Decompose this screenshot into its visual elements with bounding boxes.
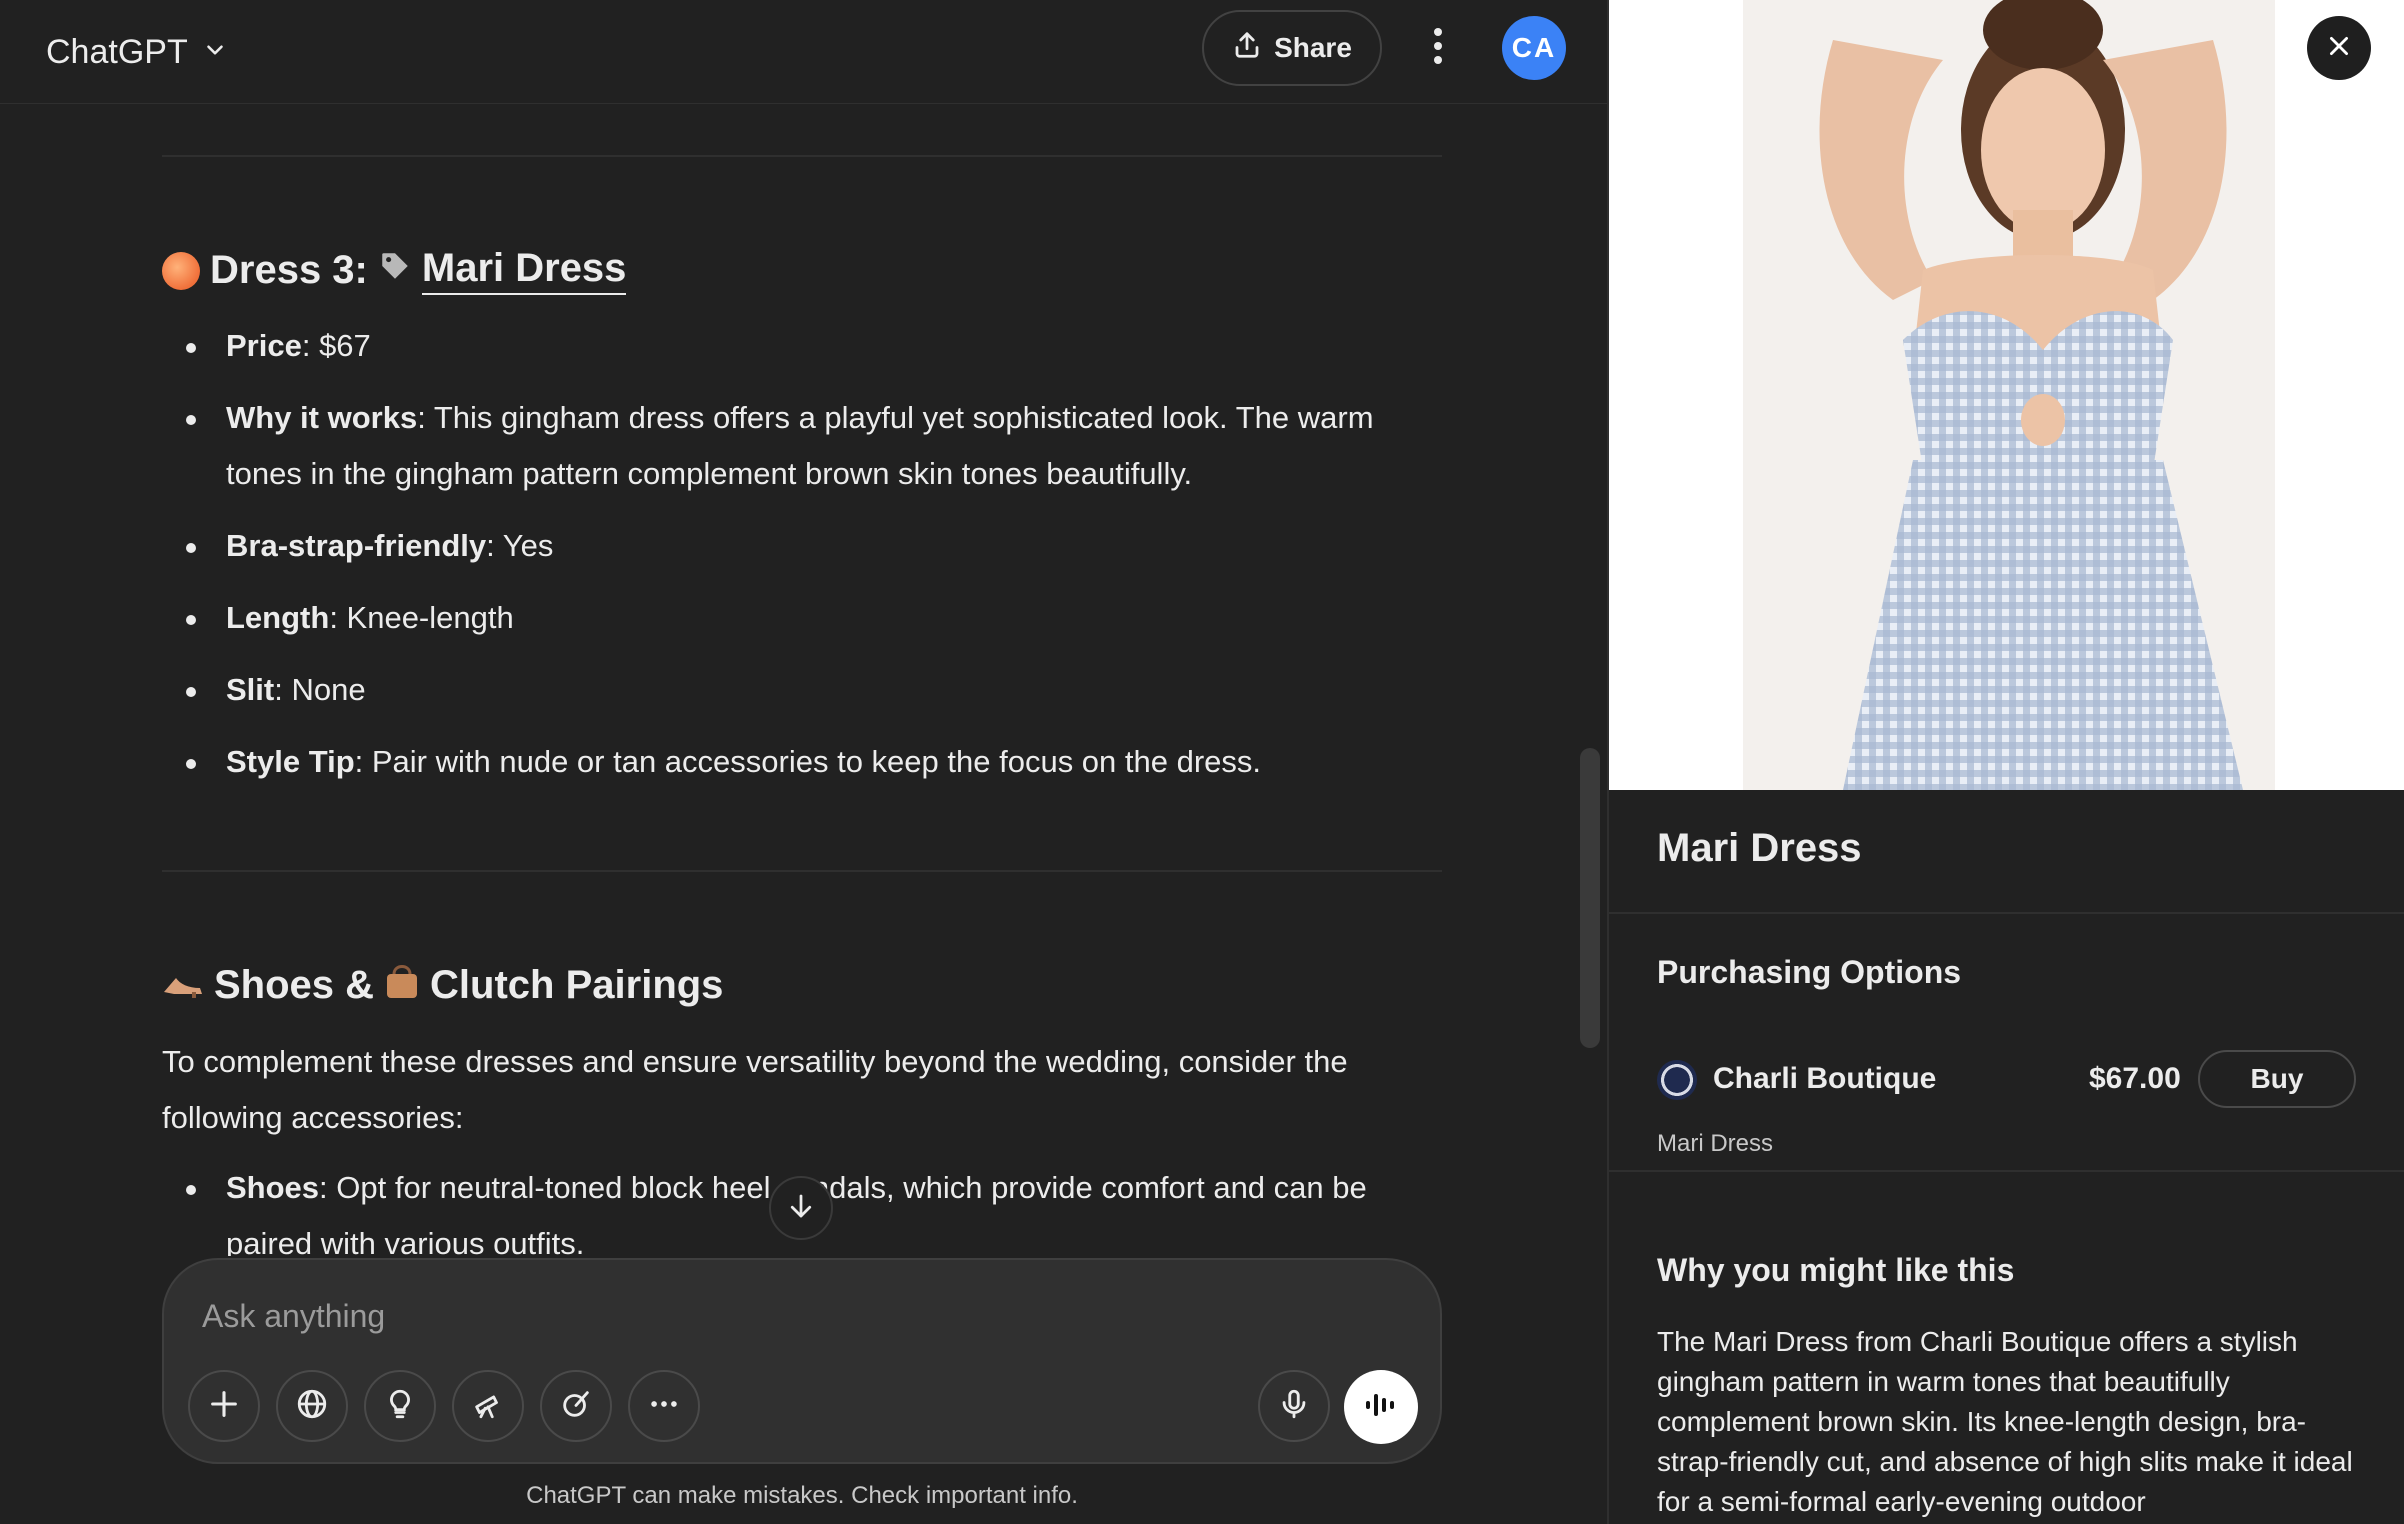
- detail-label: Slit: [226, 672, 275, 707]
- detail-label: Why it works: [226, 400, 418, 435]
- list-item: Style Tip: Pair with nude or tan accesso…: [162, 734, 1452, 790]
- dress-3-link[interactable]: Mari Dress: [421, 246, 627, 295]
- app-title: ChatGPT: [46, 32, 188, 71]
- why-heading: Why you might like this: [1657, 1252, 2015, 1288]
- section-divider: [162, 870, 1442, 872]
- dress-3-heading: Dress 3: Mari Dress: [162, 246, 627, 295]
- list-item: Bra-strap-friendly: Yes: [162, 518, 1452, 574]
- detail-label: Price: [226, 328, 302, 363]
- search-web-button[interactable]: [276, 1370, 348, 1442]
- panel-divider: [1609, 912, 2404, 914]
- buy-button[interactable]: Buy: [2198, 1050, 2356, 1108]
- detail-label: Length: [226, 600, 330, 635]
- create-image-button[interactable]: [540, 1370, 612, 1442]
- more-horizontal-icon: [647, 1387, 681, 1426]
- merchant-row: Charli Boutique $67.00 Buy: [1657, 1050, 2357, 1108]
- handbag-emoji-icon: [384, 960, 420, 1010]
- globe-icon: [295, 1387, 329, 1426]
- microphone-icon: [1277, 1387, 1311, 1426]
- detail-text: : Pair with nude or tan accessories to k…: [354, 744, 1262, 779]
- merchant-name[interactable]: Charli Boutique: [1713, 1062, 1936, 1096]
- attach-button[interactable]: [188, 1370, 260, 1442]
- prompt-input[interactable]: [202, 1288, 1382, 1344]
- list-item: Why it works: This gingham dress offers …: [162, 390, 1452, 502]
- deep-research-button[interactable]: [452, 1370, 524, 1442]
- purchasing-options-heading: Purchasing Options: [1657, 954, 1962, 990]
- product-title: Mari Dress: [1657, 826, 1862, 870]
- share-label: Share: [1274, 32, 1352, 63]
- chat-area: ChatGPT Share CA Dress 3: Mari Dress Pri…: [0, 0, 1607, 1524]
- share-button[interactable]: Share: [1202, 10, 1382, 86]
- chevron-down-icon: [202, 33, 228, 72]
- model-selector[interactable]: ChatGPT: [46, 28, 228, 76]
- pairings-intro: To complement these dresses and ensure v…: [162, 1044, 1348, 1135]
- detail-text: : $67: [301, 328, 371, 363]
- heel-emoji-icon: [162, 962, 204, 1008]
- arrow-down-icon: [786, 1191, 816, 1226]
- detail-label: Style Tip: [226, 744, 355, 779]
- paintbrush-icon: [559, 1387, 593, 1426]
- peach-emoji-icon: [162, 251, 200, 290]
- product-photo[interactable]: [1743, 0, 2275, 790]
- list-item: Price: $67: [162, 318, 1452, 374]
- more-tools-button[interactable]: [628, 1370, 700, 1442]
- pairings-heading: Shoes & Clutch Pairings: [162, 960, 723, 1010]
- plus-icon: [207, 1387, 241, 1426]
- close-icon: [2326, 33, 2352, 64]
- list-item: Slit: None: [162, 662, 1452, 718]
- lightbulb-icon: [383, 1387, 417, 1426]
- pairings-part-2: Clutch Pairings: [430, 962, 724, 1007]
- tag-icon: [378, 248, 412, 293]
- dress-3-prefix: Dress 3:: [210, 248, 368, 292]
- scroll-to-bottom-button[interactable]: [769, 1176, 833, 1240]
- panel-divider: [1609, 1170, 2404, 1172]
- section-divider: [162, 155, 1442, 157]
- detail-label: Bra-strap-friendly: [226, 528, 487, 563]
- reason-button[interactable]: [364, 1370, 436, 1442]
- merchant-price: $67.00: [2089, 1062, 2181, 1095]
- disclaimer: ChatGPT can make mistakes. Check importa…: [526, 1482, 1078, 1509]
- product-image-area: [1609, 0, 2404, 790]
- voice-mode-button[interactable]: [1344, 1370, 1418, 1444]
- more-vertical-icon: [1432, 27, 1444, 70]
- list-item: Length: Knee-length: [162, 590, 1452, 646]
- detail-text: : None: [274, 672, 366, 707]
- detail-text: : Yes: [486, 528, 554, 563]
- composer: [162, 1258, 1442, 1464]
- avatar[interactable]: CA: [1502, 16, 1566, 80]
- voice-waveform-icon: [1364, 1390, 1398, 1425]
- more-options-button[interactable]: [1420, 22, 1456, 74]
- share-icon: [1232, 30, 1262, 67]
- telescope-icon: [471, 1387, 505, 1426]
- detail-label: Shoes: [226, 1170, 320, 1205]
- dictate-button[interactable]: [1258, 1370, 1330, 1442]
- merchant-product-name: Mari Dress: [1657, 1130, 1774, 1157]
- product-panel: Mari Dress Purchasing Options Charli Bou…: [1607, 0, 2404, 1524]
- scrollbar[interactable]: [1580, 748, 1600, 1048]
- top-bar: ChatGPT Share CA: [0, 0, 1607, 104]
- merchant-logo: [1657, 1060, 1697, 1100]
- pairings-part-1: Shoes &: [214, 962, 375, 1007]
- dress-3-details: Price: $67 Why it works: This gingham dr…: [162, 318, 1452, 806]
- why-description: The Mari Dress from Charli Boutique offe…: [1657, 1326, 2353, 1517]
- close-panel-button[interactable]: [2307, 16, 2371, 80]
- detail-text: : Knee-length: [329, 600, 514, 635]
